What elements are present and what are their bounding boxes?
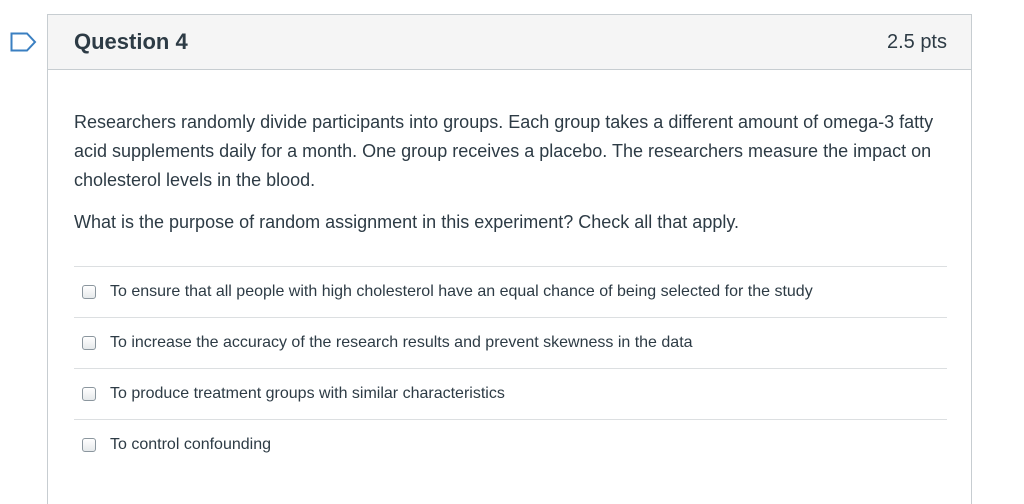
answer-option-1[interactable]: To ensure that all people with high chol… xyxy=(74,267,947,318)
question-prompt: What is the purpose of random assignment… xyxy=(74,212,740,232)
answer-option-3[interactable]: To produce treatment groups with similar… xyxy=(74,369,947,420)
answer-checkbox[interactable] xyxy=(82,336,96,350)
answer-label[interactable]: To control confounding xyxy=(110,436,271,454)
question-stem: Researchers randomly divide participants… xyxy=(74,112,934,190)
answer-list: To ensure that all people with high chol… xyxy=(74,266,947,470)
question-body: Researchers randomly divide participants… xyxy=(48,70,971,470)
answer-option-2[interactable]: To increase the accuracy of the research… xyxy=(74,318,947,369)
question-title: Question 4 xyxy=(74,29,188,54)
answer-checkbox[interactable] xyxy=(82,387,96,401)
answer-option-4[interactable]: To control confounding xyxy=(74,420,947,470)
answer-label[interactable]: To increase the accuracy of the research… xyxy=(110,334,693,352)
question-card: Question 4 2.5 pts Researchers randomly … xyxy=(47,14,972,504)
question-header: Question 4 2.5 pts xyxy=(48,15,971,70)
question-points: 2.5 pts xyxy=(886,30,947,53)
answer-label[interactable]: To ensure that all people with high chol… xyxy=(110,283,813,301)
answer-checkbox[interactable] xyxy=(82,438,96,452)
flag-question-icon[interactable] xyxy=(10,32,38,52)
answer-checkbox[interactable] xyxy=(82,285,96,299)
answer-label[interactable]: To produce treatment groups with similar… xyxy=(110,385,505,403)
